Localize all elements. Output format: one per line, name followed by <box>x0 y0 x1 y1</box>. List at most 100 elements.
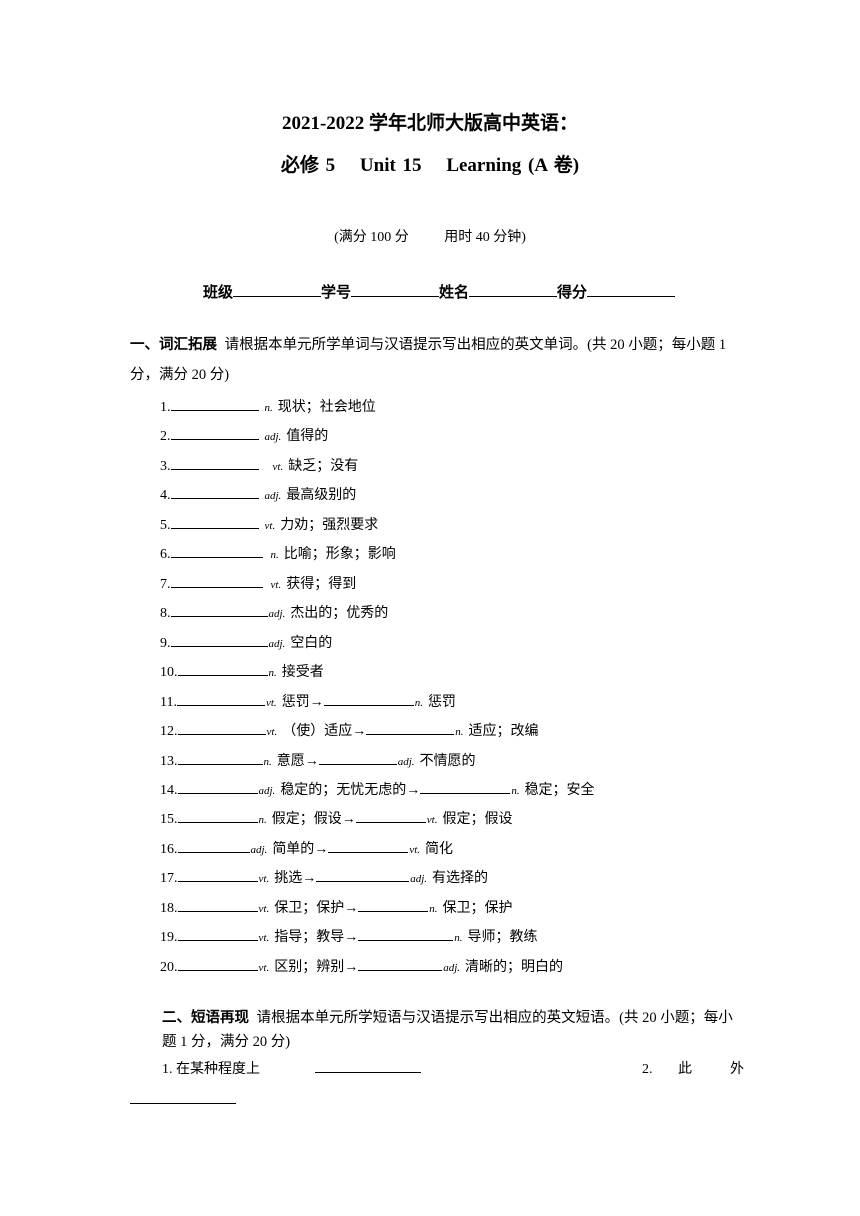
answer-blank[interactable] <box>170 602 268 617</box>
section1-heading: 一、词汇拓展 <box>130 337 217 353</box>
item-number: 7. <box>160 577 171 592</box>
item-number: 3. <box>160 459 171 474</box>
phrase-num: 2. <box>642 1062 653 1077</box>
answer-blank[interactable] <box>170 632 268 647</box>
meaning: 值得的 <box>286 429 329 444</box>
answer-blank-2[interactable] <box>358 926 454 941</box>
class-blank[interactable] <box>233 282 322 297</box>
info-label-class: 班级 <box>203 283 234 301</box>
full-score: (满分 100 分 <box>334 230 409 245</box>
item-number: 4. <box>160 488 171 503</box>
answer-blank[interactable] <box>177 808 258 823</box>
item-number: 18. <box>160 901 178 916</box>
answer-blank[interactable] <box>170 543 263 558</box>
part-of-speech-2: n. <box>414 697 423 709</box>
answer-blank-2[interactable] <box>355 808 426 823</box>
vocab-item: 6. n. 比喻；形象；影响 <box>160 543 396 563</box>
part-of-speech: vt. <box>258 962 270 974</box>
phrase-item-2: 2. 此 外 <box>642 1058 756 1078</box>
phrase-blank-1[interactable] <box>315 1072 421 1073</box>
item-number: 20. <box>160 960 178 975</box>
answer-blank[interactable] <box>177 956 258 971</box>
meaning-2: 清晰的；明白的 <box>465 960 564 975</box>
part-of-speech: vt. <box>258 903 270 915</box>
vocab-item: 16. adj. 简单的→ vt. 简化 <box>160 838 453 858</box>
part-of-speech: vt. <box>258 873 270 885</box>
id-blank[interactable] <box>351 282 440 297</box>
part-of-speech-2: adj. <box>410 873 428 885</box>
vocab-item: 2. adj. 值得的 <box>160 425 328 445</box>
answer-blank-2[interactable] <box>316 867 410 882</box>
answer-blank[interactable] <box>177 897 258 912</box>
answer-blank[interactable] <box>170 396 259 411</box>
answer-blank[interactable] <box>177 779 258 794</box>
item-number: 13. <box>160 754 178 769</box>
meaning: 杰出的；优秀的 <box>290 606 389 621</box>
answer-blank[interactable] <box>177 661 268 676</box>
phrase-meaning: 此 外 <box>678 1062 756 1077</box>
item-number: 14. <box>160 783 178 798</box>
subtitle-book: 必修 5 <box>280 155 336 176</box>
vocab-item: 14. adj. 稳定的；无忧无虑的→ n. 稳定；安全 <box>160 779 595 799</box>
meaning: 假定；假设→ <box>271 812 356 827</box>
item-number: 10. <box>160 665 178 680</box>
part-of-speech: vt. <box>264 520 276 532</box>
part-of-speech: adj. <box>264 490 282 502</box>
meaning: 比喻；形象；影响 <box>283 547 396 562</box>
answer-blank[interactable] <box>170 573 263 588</box>
vocab-item: 10. n. 接受者 <box>160 661 324 681</box>
meaning: 意愿→ <box>276 754 319 769</box>
meaning: 最高级别的 <box>286 488 357 503</box>
part-of-speech: vt. <box>270 579 282 591</box>
info-label-score: 得分 <box>557 283 588 301</box>
meaning-2: 惩罚 <box>427 695 456 710</box>
answer-blank-2[interactable] <box>420 779 511 794</box>
vocab-item: 20. vt. 区别；辨别→ adj. 清晰的；明白的 <box>160 956 563 976</box>
vocab-item: 19. vt. 指导；教导→ n. 导师；教练 <box>160 926 537 946</box>
part-of-speech: adj. <box>264 431 282 443</box>
meaning: 保卫；保护→ <box>274 901 359 916</box>
item-number: 16. <box>160 842 178 857</box>
answer-blank[interactable] <box>177 838 250 853</box>
answer-blank-2[interactable] <box>358 897 429 912</box>
vocab-item: 4. adj. 最高级别的 <box>160 484 356 504</box>
answer-blank[interactable] <box>176 691 265 706</box>
answer-blank-2[interactable] <box>318 750 397 765</box>
document-subtitle: 必修 5 Unit 15 Learning (A 卷) <box>0 150 860 177</box>
meaning: 简单的→ <box>272 842 329 857</box>
item-number: 15. <box>160 812 178 827</box>
answer-blank[interactable] <box>170 455 259 470</box>
vocab-item: 11. vt. 惩罚→ n. 惩罚 <box>160 691 456 711</box>
vocab-item: 9. adj. 空白的 <box>160 632 332 652</box>
score-blank[interactable] <box>587 282 676 297</box>
part-of-speech-2: adj. <box>397 756 415 768</box>
answer-blank[interactable] <box>177 867 258 882</box>
subtitle-unit: Unit 15 <box>359 155 422 176</box>
answer-blank-2[interactable] <box>358 956 443 971</box>
part-of-speech: vt. <box>258 932 270 944</box>
vocab-item: 13. n. 意愿→ adj. 不情愿的 <box>160 750 476 770</box>
meaning: （使）适应→ <box>282 724 367 739</box>
answer-blank[interactable] <box>170 484 259 499</box>
subtitle-topic: Learning (A 卷) <box>446 155 580 176</box>
item-number: 1. <box>160 400 171 415</box>
item-number: 6. <box>160 547 171 562</box>
section2-heading: 二、短语再现 <box>162 1010 249 1026</box>
phrase-item-1: 1. 在某种程度上 <box>162 1058 260 1078</box>
name-blank[interactable] <box>469 282 558 297</box>
meaning: 区别；辨别→ <box>274 960 359 975</box>
meaning: 获得；得到 <box>286 577 357 592</box>
answer-blank[interactable] <box>170 425 259 440</box>
answer-blank-2[interactable] <box>328 838 409 853</box>
answer-blank[interactable] <box>177 750 263 765</box>
answer-blank-2[interactable] <box>366 720 455 735</box>
answer-blank[interactable] <box>170 514 259 529</box>
part-of-speech: adj. <box>268 638 286 650</box>
phrase-blank-2[interactable] <box>130 1103 236 1104</box>
meaning-2: 简化 <box>425 842 454 857</box>
answer-blank[interactable] <box>177 720 266 735</box>
meaning: 稳定的；无忧无虑的→ <box>280 783 421 798</box>
answer-blank[interactable] <box>177 926 258 941</box>
meaning: 挑选→ <box>274 871 317 886</box>
answer-blank-2[interactable] <box>323 691 414 706</box>
